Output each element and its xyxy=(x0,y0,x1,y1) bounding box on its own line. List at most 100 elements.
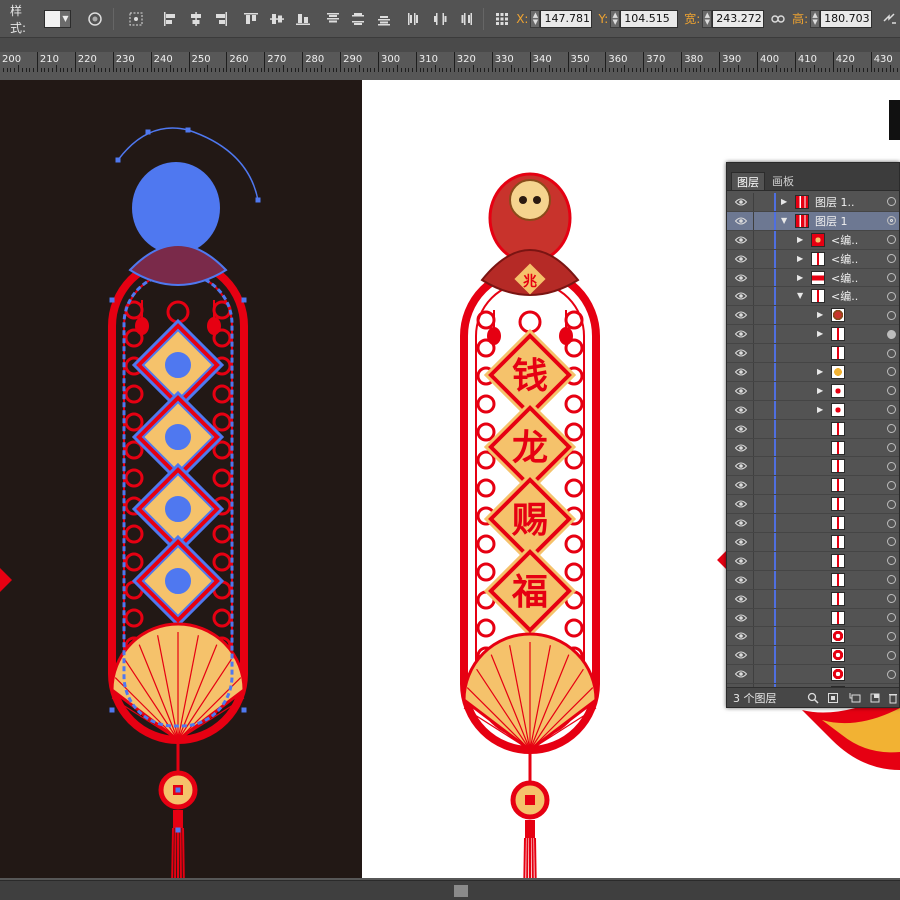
twirl-down-icon[interactable]: ▼ xyxy=(781,216,789,225)
layer-name[interactable]: <编.. xyxy=(831,232,858,248)
layer-row[interactable] xyxy=(727,627,899,647)
lock-column[interactable] xyxy=(753,665,754,684)
lock-column[interactable] xyxy=(753,533,754,551)
layer-name[interactable]: <编.. xyxy=(831,288,858,304)
lock-column[interactable] xyxy=(753,419,754,438)
lock-column[interactable] xyxy=(753,495,754,514)
new-layer-icon[interactable] xyxy=(869,692,881,704)
visibility-eye-icon[interactable] xyxy=(735,387,747,395)
tab-artboards[interactable]: 画板 xyxy=(767,172,799,190)
visibility-eye-icon[interactable] xyxy=(735,519,747,527)
lock-column[interactable] xyxy=(753,287,754,306)
align-left-icon[interactable] xyxy=(160,9,180,29)
visibility-eye-icon[interactable] xyxy=(735,595,747,603)
y-stepper[interactable]: ▲ ▼ xyxy=(610,9,621,28)
twirl-right-icon[interactable]: ▶ xyxy=(817,386,825,395)
width-stepper[interactable]: ▲ ▼ xyxy=(702,9,713,28)
twirl-right-icon[interactable]: ▶ xyxy=(797,273,805,282)
new-sublayer-icon[interactable] xyxy=(849,692,861,704)
layer-row[interactable]: ▶ xyxy=(727,325,899,345)
align-vcenter-icon[interactable] xyxy=(267,9,287,29)
layers-panel[interactable]: 图层 画板 ▶ 图层 1.. ▼ 图层 1 ▶ <编.. ▶ <编.. ▶ <编.. ▼ <编.. ▶ ▶… xyxy=(726,162,900,708)
visibility-eye-icon[interactable] xyxy=(735,481,747,489)
lock-column[interactable] xyxy=(753,230,754,249)
visibility-eye-icon[interactable] xyxy=(735,236,747,244)
layer-row[interactable] xyxy=(727,419,899,439)
twirl-right-icon[interactable]: ▶ xyxy=(797,254,805,263)
target-circle-icon[interactable] xyxy=(887,310,896,320)
height-stepper[interactable]: ▲ ▼ xyxy=(810,9,821,28)
target-circle-icon[interactable] xyxy=(887,613,896,623)
layer-row[interactable]: ▶ xyxy=(727,400,899,420)
transform-grid-icon[interactable] xyxy=(492,9,512,29)
layer-row[interactable]: ▶ xyxy=(727,363,899,382)
layer-name[interactable]: <编.. xyxy=(831,270,858,286)
target-circle-icon[interactable] xyxy=(887,650,896,660)
lock-column[interactable] xyxy=(753,325,754,344)
lock-column[interactable] xyxy=(753,570,754,589)
target-circle-icon[interactable] xyxy=(887,367,896,377)
visibility-eye-icon[interactable] xyxy=(735,255,747,263)
x-field[interactable]: ▲ ▼ 147.781 xyxy=(530,9,593,28)
visibility-eye-icon[interactable] xyxy=(735,425,747,433)
layer-name[interactable]: 图层 1.. xyxy=(815,194,855,210)
lock-column[interactable] xyxy=(753,476,754,495)
target-circle-icon[interactable] xyxy=(887,329,896,339)
distribute-top-icon[interactable] xyxy=(323,9,343,29)
y-input[interactable]: 104.515 xyxy=(620,9,679,28)
twirl-right-icon[interactable]: ▶ xyxy=(817,405,825,414)
artboard-dark[interactable] xyxy=(0,80,362,878)
target-circle-icon[interactable] xyxy=(887,480,896,490)
distribute-right-icon[interactable] xyxy=(456,9,476,29)
lock-column[interactable] xyxy=(753,193,754,211)
lock-column[interactable] xyxy=(753,551,754,570)
twirl-right-icon[interactable]: ▶ xyxy=(817,311,825,319)
y-field[interactable]: ▲ ▼ 104.515 xyxy=(610,9,679,28)
width-input[interactable]: 243.272 xyxy=(712,9,765,28)
graphic-style-swatch[interactable]: ▼ xyxy=(43,9,72,28)
lock-column[interactable] xyxy=(753,646,754,665)
layer-name[interactable]: <编.. xyxy=(831,251,858,267)
horizontal-scrollbar[interactable] xyxy=(0,880,900,900)
visibility-eye-icon[interactable] xyxy=(735,368,747,376)
x-input[interactable]: 147.781 xyxy=(540,9,593,28)
distribute-bottom-icon[interactable] xyxy=(374,9,394,29)
visibility-eye-icon[interactable] xyxy=(735,349,747,357)
layer-row[interactable]: ▶ <编.. xyxy=(727,230,899,250)
recolor-artwork-icon[interactable] xyxy=(85,9,105,29)
target-circle-icon[interactable] xyxy=(887,348,896,358)
delete-layer-icon[interactable] xyxy=(887,692,899,704)
lock-column[interactable] xyxy=(753,400,754,419)
distribute-hcenter-icon[interactable] xyxy=(430,9,450,29)
target-circle-icon[interactable] xyxy=(887,499,896,509)
reference-point-icon[interactable] xyxy=(126,9,146,29)
target-circle-icon[interactable] xyxy=(887,424,896,434)
align-top-icon[interactable] xyxy=(241,9,261,29)
layer-row[interactable] xyxy=(727,533,899,552)
layer-row[interactable]: ▶ <编.. xyxy=(727,268,899,288)
layer-row[interactable]: ▶ xyxy=(727,306,899,326)
visibility-eye-icon[interactable] xyxy=(735,292,747,300)
visibility-eye-icon[interactable] xyxy=(735,274,747,282)
visibility-eye-icon[interactable] xyxy=(735,198,747,206)
target-circle-icon[interactable] xyxy=(887,518,896,528)
layer-row[interactable]: ▼ 图层 1 xyxy=(727,211,899,231)
lock-column[interactable] xyxy=(753,344,754,363)
layer-row[interactable] xyxy=(727,438,899,458)
layer-name[interactable]: 图层 1 xyxy=(815,213,848,229)
target-circle-icon[interactable] xyxy=(887,216,896,226)
visibility-eye-icon[interactable] xyxy=(735,576,747,584)
target-circle-icon[interactable] xyxy=(887,575,896,585)
target-circle-icon[interactable] xyxy=(887,631,896,641)
layer-row[interactable] xyxy=(727,457,899,477)
visibility-eye-icon[interactable] xyxy=(735,651,747,659)
target-circle-icon[interactable] xyxy=(887,537,896,547)
distribute-left-icon[interactable] xyxy=(404,9,424,29)
target-circle-icon[interactable] xyxy=(887,669,896,679)
layer-row[interactable] xyxy=(727,495,899,515)
visibility-eye-icon[interactable] xyxy=(735,330,747,338)
visibility-eye-icon[interactable] xyxy=(735,557,747,565)
layer-row[interactable]: ▶ <编.. xyxy=(727,249,899,269)
lock-column[interactable] xyxy=(753,363,754,381)
visibility-eye-icon[interactable] xyxy=(735,311,747,319)
